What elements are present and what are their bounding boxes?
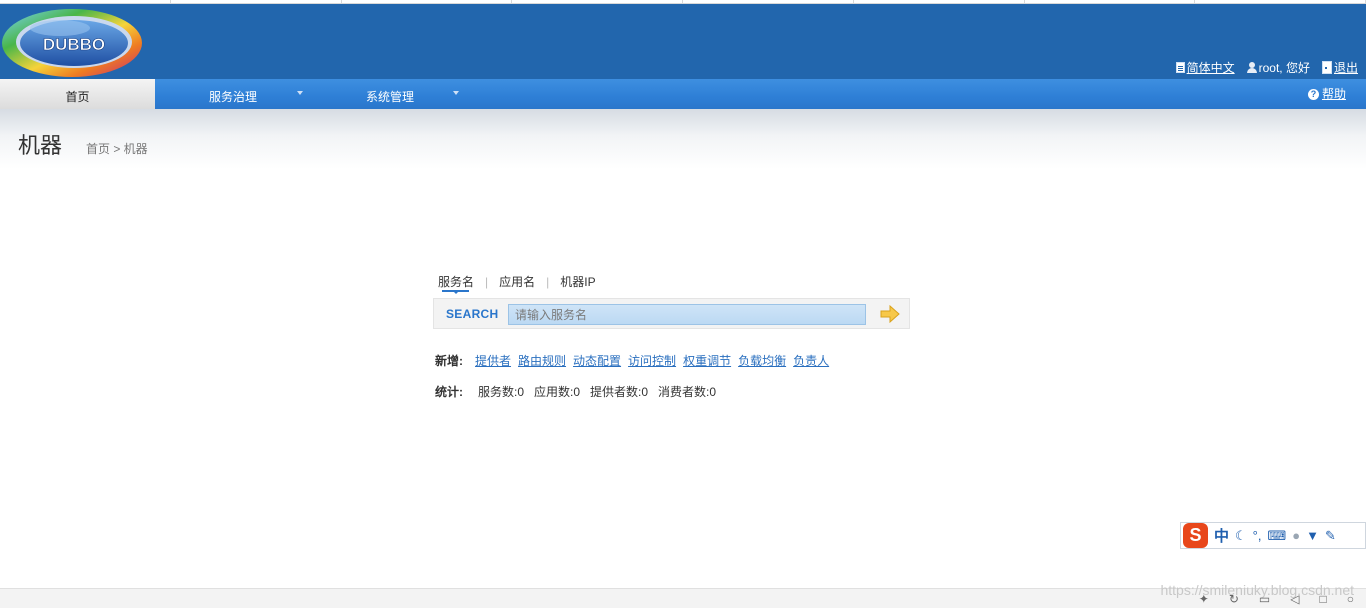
help-icon: ? bbox=[1307, 88, 1319, 100]
search-input[interactable] bbox=[508, 304, 866, 325]
user-icon bbox=[1246, 62, 1257, 73]
keyboard-icon[interactable]: ⌨ bbox=[1267, 528, 1286, 544]
svg-text:DUBBO: DUBBO bbox=[43, 35, 105, 54]
new-owner-link[interactable]: 负责人 bbox=[793, 352, 829, 369]
nav-item-label: 系统管理 bbox=[366, 90, 415, 104]
language-link[interactable]: 简体中文 bbox=[1187, 59, 1235, 76]
greeting-text: root, 您好 bbox=[1258, 61, 1310, 75]
breadcrumb: 首页 > 机器 bbox=[86, 142, 148, 156]
chevron-down-icon bbox=[453, 91, 459, 95]
active-tab-indicator bbox=[453, 291, 459, 294]
logout-icon bbox=[1321, 61, 1332, 74]
punctuation-icon[interactable]: °, bbox=[1253, 528, 1262, 543]
window-icon[interactable]: □ bbox=[1320, 592, 1327, 606]
refresh-icon[interactable]: ↻ bbox=[1229, 592, 1239, 606]
main-nav: 首页 服务治理 系统管理 ? 帮助 bbox=[0, 79, 1366, 109]
new-provider-link[interactable]: 提供者 bbox=[475, 352, 511, 369]
search-tabs: 服务名 | 应用名 | 机器IP bbox=[438, 273, 596, 294]
ime-toolbar: S 中 ☾ °, ⌨ ● ▼ ✎ bbox=[1180, 522, 1366, 549]
user-greeting: root, 您好 bbox=[1246, 59, 1310, 76]
tab-service-name[interactable]: 服务名 bbox=[438, 273, 475, 294]
nav-item-home[interactable]: 首页 bbox=[0, 79, 155, 109]
user-icon[interactable]: ● bbox=[1292, 528, 1300, 543]
page-header-band bbox=[0, 109, 1366, 169]
moon-icon[interactable]: ☾ bbox=[1235, 528, 1247, 544]
stats-label: 统计: bbox=[435, 385, 463, 399]
chevron-down-icon bbox=[297, 91, 303, 95]
page-title: 机器 bbox=[18, 133, 63, 158]
new-load-balance-link[interactable]: 负载均衡 bbox=[738, 352, 786, 369]
tab-label: 服务名 bbox=[438, 275, 475, 289]
speaker-icon[interactable]: ◁ bbox=[1290, 592, 1299, 606]
dubbo-logo[interactable]: DUBBO bbox=[0, 6, 146, 80]
stat-providers: 提供者数:0 bbox=[590, 385, 649, 399]
sogou-logo-icon[interactable]: S bbox=[1183, 523, 1208, 548]
search-label: SEARCH bbox=[446, 307, 499, 321]
document-icon bbox=[1175, 62, 1185, 73]
new-weight-link[interactable]: 权重调节 bbox=[683, 352, 731, 369]
pin-icon[interactable]: ✦ bbox=[1199, 592, 1209, 606]
language-switch[interactable]: 简体中文 bbox=[1175, 59, 1235, 76]
shirt-icon[interactable]: ▼ bbox=[1306, 528, 1319, 543]
stat-consumers: 消费者数:0 bbox=[658, 385, 717, 399]
nav-item-service-governance[interactable]: 服务治理 bbox=[209, 79, 303, 109]
stat-applications: 应用数:0 bbox=[534, 385, 581, 399]
logout-link[interactable]: 退出 bbox=[1334, 59, 1358, 76]
new-dynamic-config-link[interactable]: 动态配置 bbox=[573, 352, 621, 369]
status-icons: ✦ ↻ ▭ ◁ □ ○ bbox=[1199, 592, 1354, 606]
stat-services: 服务数:0 bbox=[478, 385, 525, 399]
logout[interactable]: 退出 bbox=[1321, 59, 1358, 76]
arrow-right-icon[interactable] bbox=[880, 305, 900, 323]
new-links-row: 新增: 提供者 路由规则 动态配置 访问控制 权重调节 负载均衡 负责人 bbox=[435, 352, 829, 369]
tab-separator: | bbox=[546, 274, 550, 289]
new-label: 新增: bbox=[435, 354, 463, 368]
ime-mode-toggle[interactable]: 中 bbox=[1214, 525, 1229, 546]
help-link[interactable]: 帮助 bbox=[1322, 78, 1346, 110]
zoom-icon[interactable]: ○ bbox=[1347, 592, 1354, 606]
tab-separator: | bbox=[485, 274, 489, 289]
tab-machine-ip[interactable]: 机器IP bbox=[560, 273, 595, 290]
new-route-link[interactable]: 路由规则 bbox=[518, 352, 566, 369]
nav-item-system-management[interactable]: 系统管理 bbox=[366, 79, 459, 109]
trash-icon[interactable]: ▭ bbox=[1259, 592, 1270, 606]
new-access-control-link[interactable]: 访问控制 bbox=[628, 352, 676, 369]
search-box: SEARCH bbox=[433, 298, 910, 329]
stats-row: 统计: 服务数:0 应用数:0 提供者数:0 消费者数:0 bbox=[435, 383, 716, 400]
nav-help[interactable]: ? 帮助 bbox=[1307, 78, 1346, 110]
header: DUBBO 简体中文 root, 您好 退出 bbox=[0, 4, 1366, 79]
wrench-icon[interactable]: ✎ bbox=[1325, 528, 1336, 544]
tab-application-name[interactable]: 应用名 bbox=[499, 273, 535, 290]
user-bar: 简体中文 root, 您好 退出 bbox=[1175, 59, 1358, 76]
nav-item-label: 服务治理 bbox=[209, 90, 258, 104]
